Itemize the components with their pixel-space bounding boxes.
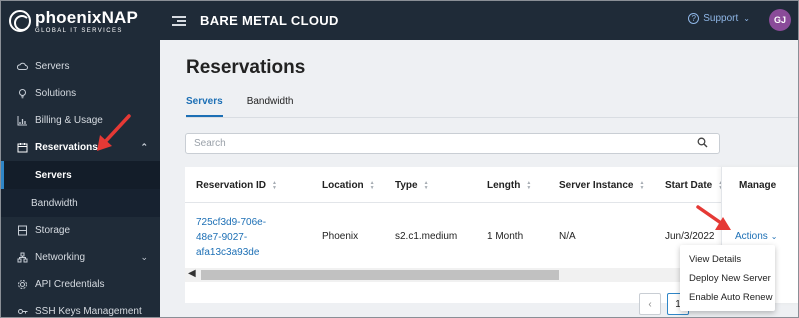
sidebar-item-servers[interactable]: Servers <box>1 53 160 80</box>
sidebar-item-label: Servers <box>35 61 70 72</box>
sidebar-item-label: Solutions <box>35 88 77 99</box>
sidebar-nav: Servers Solutions Billing & Usage Reserv… <box>1 53 160 317</box>
sort-icon: ▲▼ <box>423 179 429 191</box>
sidebar-item-api-credentials[interactable]: API Credentials <box>1 271 160 298</box>
sidebar-item-storage[interactable]: Storage <box>1 217 160 244</box>
column-header-type[interactable]: Type ▲ ▼ <box>395 180 429 191</box>
brand-logo[interactable]: phoenixNAP GLOBAL IT SERVICES <box>1 1 160 41</box>
menu-toggle-icon[interactable] <box>172 15 186 26</box>
chevron-down-icon: ⌄ <box>743 14 750 23</box>
gear-icon <box>17 279 28 290</box>
column-header-server-instance[interactable]: Server Instance ▲ ▼ <box>559 180 644 191</box>
logo-mark-icon <box>9 10 31 32</box>
tabs-divider <box>186 117 798 118</box>
sidebar: phoenixNAP GLOBAL IT SERVICES Servers So… <box>1 1 160 317</box>
chart-icon <box>17 115 28 126</box>
horizontal-scrollbar[interactable]: ◀ <box>185 268 721 282</box>
column-header-length[interactable]: Length ▲ ▼ <box>487 180 531 191</box>
sidebar-item-label: Bandwidth <box>31 197 78 209</box>
page-title: Reservations <box>186 57 306 78</box>
search-box <box>185 133 720 154</box>
help-icon: ? <box>688 13 700 24</box>
user-avatar[interactable]: GJ <box>769 9 791 31</box>
chevron-up-icon: ⌃ <box>140 142 148 152</box>
app-window: phoenixNAP GLOBAL IT SERVICES Servers So… <box>0 0 799 318</box>
cell-length: 1 Month <box>487 231 524 242</box>
sidebar-item-solutions[interactable]: Solutions <box>1 80 160 107</box>
sidebar-item-ssh-keys[interactable]: SSH Keys Management <box>1 298 160 317</box>
network-icon <box>17 252 28 263</box>
brand-tagline: GLOBAL IT SERVICES <box>35 27 123 34</box>
chevron-down-icon: ⌄ <box>770 232 778 241</box>
storage-icon <box>17 225 28 236</box>
sort-icon: ▲▼ <box>272 179 277 191</box>
sort-icon: ▲▼ <box>639 179 645 191</box>
top-bar: BARE METAL CLOUD ? Support ⌄ GJ <box>160 1 798 40</box>
search-input[interactable] <box>194 138 719 149</box>
sidebar-item-label: Reservations <box>35 142 98 153</box>
scroll-left-arrow-icon[interactable]: ◀ <box>188 268 196 279</box>
sort-icon: ▲▼ <box>369 179 375 191</box>
tab-bandwidth[interactable]: Bandwidth <box>247 96 294 117</box>
sort-icon: ▲▼ <box>526 179 532 191</box>
sidebar-subitem-servers[interactable]: Servers <box>1 161 160 189</box>
menu-item-deploy-new-server[interactable]: Deploy New Server <box>680 269 775 288</box>
cell-server-instance: N/A <box>559 231 576 242</box>
sidebar-subitem-bandwidth[interactable]: Bandwidth <box>1 189 160 217</box>
table-header: Reservation ID ▲ ▼ Location ▲ ▼ Type ▲ ▼ Le… <box>185 167 798 203</box>
sidebar-item-reservations[interactable]: Reservations ⌃ <box>1 134 160 161</box>
column-header-manage: Manage <box>739 180 777 191</box>
calendar-icon <box>17 142 28 153</box>
column-header-reservation-id[interactable]: Reservation ID ▲ ▼ <box>196 180 277 191</box>
pagination-prev-button[interactable]: ‹ <box>639 293 661 315</box>
chevron-left-icon: ‹ <box>648 298 652 310</box>
sidebar-item-label: Servers <box>35 169 72 181</box>
column-header-start-date[interactable]: Start Date ▲▼ <box>665 180 723 191</box>
column-header-location[interactable]: Location ▲ ▼ <box>322 180 375 191</box>
bulb-icon <box>17 88 28 99</box>
menu-item-enable-auto-renew[interactable]: Enable Auto Renew <box>680 288 775 307</box>
search-icon[interactable] <box>697 137 708 151</box>
reservation-id-link[interactable]: 725cf3d9-706e- 48e7-9027- afa13c3a93de <box>196 215 276 260</box>
scrollbar-thumb[interactable] <box>201 270 559 280</box>
annotation-arrow-icon <box>97 114 131 151</box>
actions-button[interactable]: Actions ⌄ <box>735 231 778 242</box>
cell-location: Phoenix <box>322 231 359 242</box>
sidebar-item-label: SSH Keys Management <box>35 306 142 317</box>
key-icon <box>17 306 28 317</box>
tab-servers[interactable]: Servers <box>186 96 223 117</box>
app-title: BARE METAL CLOUD <box>200 13 339 28</box>
sidebar-item-label: Storage <box>35 225 71 236</box>
sidebar-item-billing[interactable]: Billing & Usage <box>1 107 160 134</box>
cell-type: s2.c1.medium <box>395 231 458 242</box>
support-menu[interactable]: ? Support ⌄ <box>688 13 750 24</box>
cloud-icon <box>17 61 28 72</box>
support-label: Support <box>703 13 739 24</box>
tab-bar: Servers Bandwidth <box>186 96 317 117</box>
sidebar-item-label: API Credentials <box>35 279 105 290</box>
brand-name: phoenixNAP <box>35 7 139 27</box>
sidebar-item-label: Networking <box>35 252 86 263</box>
actions-dropdown-menu: View Details Deploy New Server Enable Au… <box>680 245 775 311</box>
menu-item-view-details[interactable]: View Details <box>680 250 775 269</box>
annotation-arrow-icon <box>696 205 731 230</box>
chevron-down-icon: ⌄ <box>140 252 148 262</box>
sidebar-item-networking[interactable]: Networking ⌄ <box>1 244 160 271</box>
